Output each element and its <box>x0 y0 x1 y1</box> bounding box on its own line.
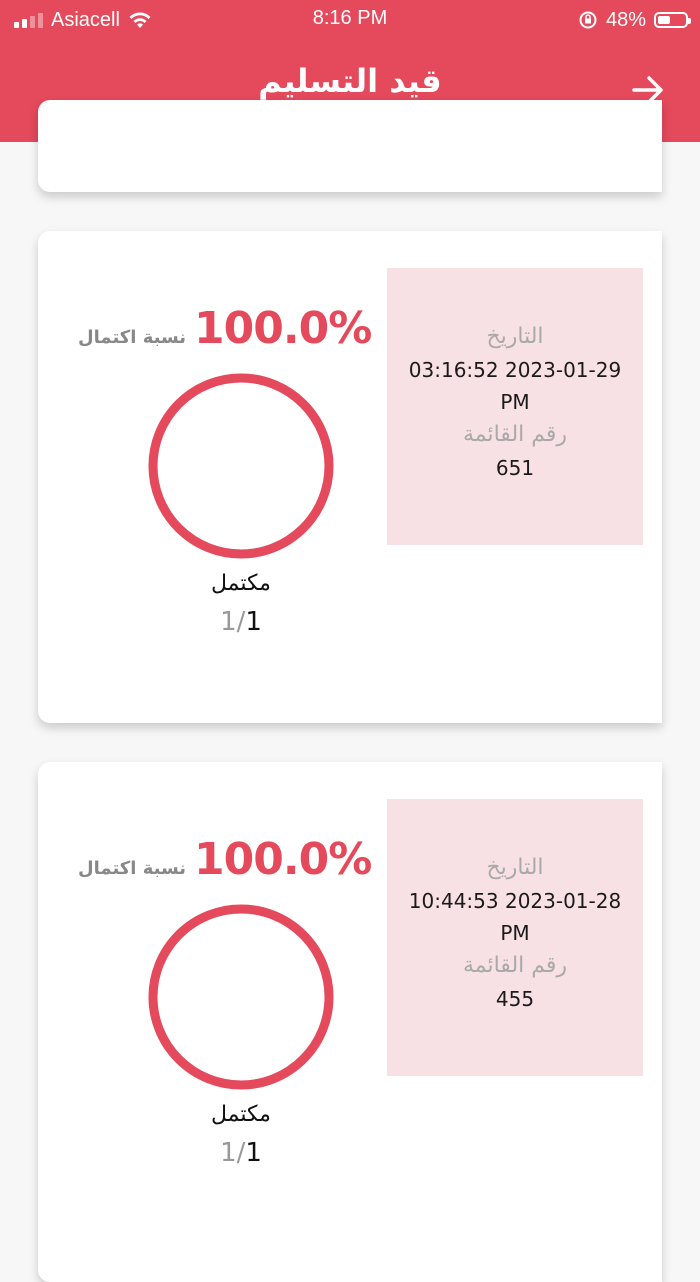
date-period: PM <box>500 921 530 945</box>
items-done: 1 <box>245 607 262 637</box>
list-number-value: 455 <box>495 987 535 1011</box>
date-value: 10:44:53 2023-01-28 <box>408 889 622 913</box>
items-count: 1/1 <box>141 1138 341 1168</box>
completion-label: نسبة اكتمال <box>78 858 187 879</box>
order-info-box: التاريخ 03:16:52 2023-01-29 PM رقم القائ… <box>387 268 643 545</box>
order-card[interactable]: التاريخ 10:44:53 2023-01-28 PM رقم القائ… <box>38 762 662 1282</box>
date-label: التاريخ <box>486 855 544 880</box>
completion-row: نسبة اكتمال 100.0% <box>78 834 378 885</box>
date-label: التاريخ <box>486 324 544 349</box>
date-period: PM <box>500 390 530 414</box>
status-label: مكتمل <box>211 1102 271 1127</box>
completion-label: نسبة اكتمال <box>78 327 187 348</box>
completion-value: 100.0% <box>194 303 372 354</box>
orientation-lock-icon <box>579 11 597 29</box>
page-title: قيد التسليم <box>258 62 442 100</box>
completion-value: 100.0% <box>194 834 372 885</box>
list-number-value: 651 <box>495 456 535 480</box>
items-done: 1 <box>245 1138 262 1168</box>
status-right: 48% <box>578 6 691 34</box>
order-info-box: التاريخ 10:44:53 2023-01-28 PM رقم القائ… <box>387 799 643 1076</box>
battery-icon <box>654 12 691 28</box>
status-label: مكتمل <box>211 571 271 596</box>
status-bar: Asiacell 8:16 PM 48% <box>0 0 700 40</box>
completion-ring <box>148 904 334 1090</box>
items-total: 1/ <box>220 607 246 637</box>
list-number-label: رقم القائمة <box>462 953 568 978</box>
battery-percent: 48% <box>605 8 646 31</box>
items-total: 1/ <box>220 1138 246 1168</box>
list-number-label: رقم القائمة <box>462 422 568 447</box>
date-value: 03:16:52 2023-01-29 <box>408 358 622 382</box>
completion-row: نسبة اكتمال 100.0% <box>78 303 378 354</box>
completion-ring <box>148 373 334 559</box>
items-count: 1/1 <box>141 607 341 637</box>
order-card-partial[interactable] <box>38 100 662 192</box>
order-card[interactable]: التاريخ 03:16:52 2023-01-29 PM رقم القائ… <box>38 231 662 723</box>
